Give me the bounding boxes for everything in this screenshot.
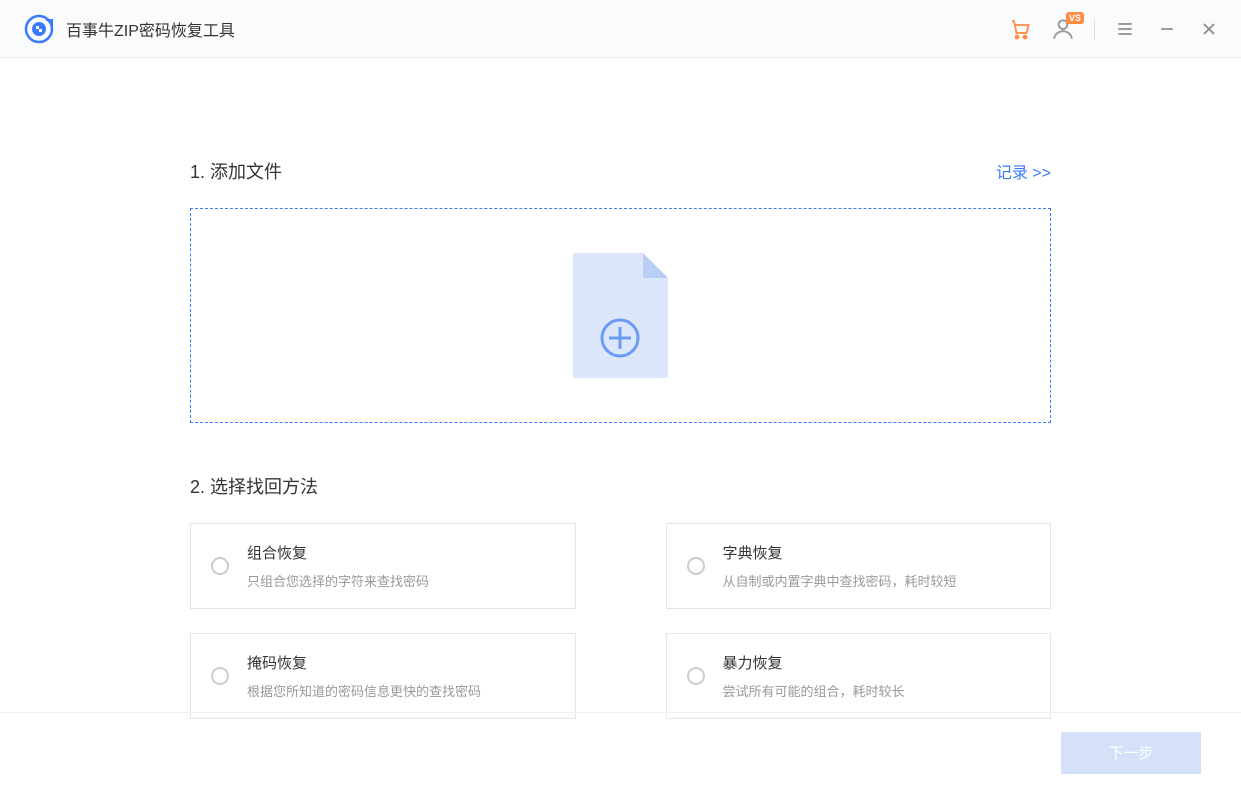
section1-title: 1. 添加文件 bbox=[190, 158, 282, 184]
app-title: 百事牛ZIP密码恢复工具 bbox=[66, 17, 235, 41]
method-card-mask[interactable]: 掩码恢复 根据您所知道的密码信息更快的查找密码 bbox=[190, 633, 576, 719]
method-card-bruteforce[interactable]: 暴力恢复 尝试所有可能的组合，耗时较长 bbox=[666, 633, 1052, 719]
app-logo-icon bbox=[24, 14, 54, 44]
method-desc: 根据您所知道的密码信息更快的查找密码 bbox=[247, 681, 481, 700]
titlebar: 百事牛ZIP密码恢复工具 VS bbox=[0, 0, 1241, 58]
radio-icon bbox=[211, 667, 229, 685]
footer: 下一步 bbox=[0, 712, 1241, 792]
method-title: 字典恢复 bbox=[723, 542, 957, 563]
method-title: 组合恢复 bbox=[247, 542, 429, 563]
method-text: 暴力恢复 尝试所有可能的组合，耗时较长 bbox=[723, 652, 905, 700]
method-card-dictionary[interactable]: 字典恢复 从自制或内置字典中查找密码，耗时较短 bbox=[666, 523, 1052, 609]
method-title: 暴力恢复 bbox=[723, 652, 905, 673]
methods-grid: 组合恢复 只组合您选择的字符来查找密码 字典恢复 从自制或内置字典中查找密码，耗… bbox=[190, 523, 1051, 719]
method-desc: 只组合您选择的字符来查找密码 bbox=[247, 571, 429, 590]
titlebar-left: 百事牛ZIP密码恢复工具 bbox=[24, 14, 235, 44]
section2-title: 2. 选择找回方法 bbox=[190, 473, 1051, 499]
method-card-combination[interactable]: 组合恢复 只组合您选择的字符来查找密码 bbox=[190, 523, 576, 609]
cart-icon[interactable] bbox=[1008, 17, 1032, 41]
file-add-icon bbox=[573, 253, 668, 378]
account-button[interactable]: VS bbox=[1050, 16, 1076, 42]
separator bbox=[1094, 19, 1095, 39]
records-link[interactable]: 记录 >> bbox=[996, 159, 1051, 183]
file-dropzone[interactable] bbox=[190, 208, 1051, 423]
close-icon[interactable] bbox=[1197, 17, 1221, 41]
method-title: 掩码恢复 bbox=[247, 652, 481, 673]
next-button[interactable]: 下一步 bbox=[1061, 732, 1201, 774]
method-text: 掩码恢复 根据您所知道的密码信息更快的查找密码 bbox=[247, 652, 481, 700]
section1-header: 1. 添加文件 记录 >> bbox=[190, 158, 1051, 184]
titlebar-right: VS bbox=[1008, 16, 1221, 42]
method-desc: 尝试所有可能的组合，耗时较长 bbox=[723, 681, 905, 700]
radio-icon bbox=[211, 557, 229, 575]
method-desc: 从自制或内置字典中查找密码，耗时较短 bbox=[723, 571, 957, 590]
account-badge: VS bbox=[1066, 12, 1084, 24]
menu-icon[interactable] bbox=[1113, 17, 1137, 41]
radio-icon bbox=[687, 557, 705, 575]
minimize-icon[interactable] bbox=[1155, 17, 1179, 41]
method-text: 组合恢复 只组合您选择的字符来查找密码 bbox=[247, 542, 429, 590]
method-text: 字典恢复 从自制或内置字典中查找密码，耗时较短 bbox=[723, 542, 957, 590]
radio-icon bbox=[687, 667, 705, 685]
main-content: 1. 添加文件 记录 >> 2. 选择找回方法 组合恢复 只组合您选择的字符来查… bbox=[0, 58, 1241, 719]
